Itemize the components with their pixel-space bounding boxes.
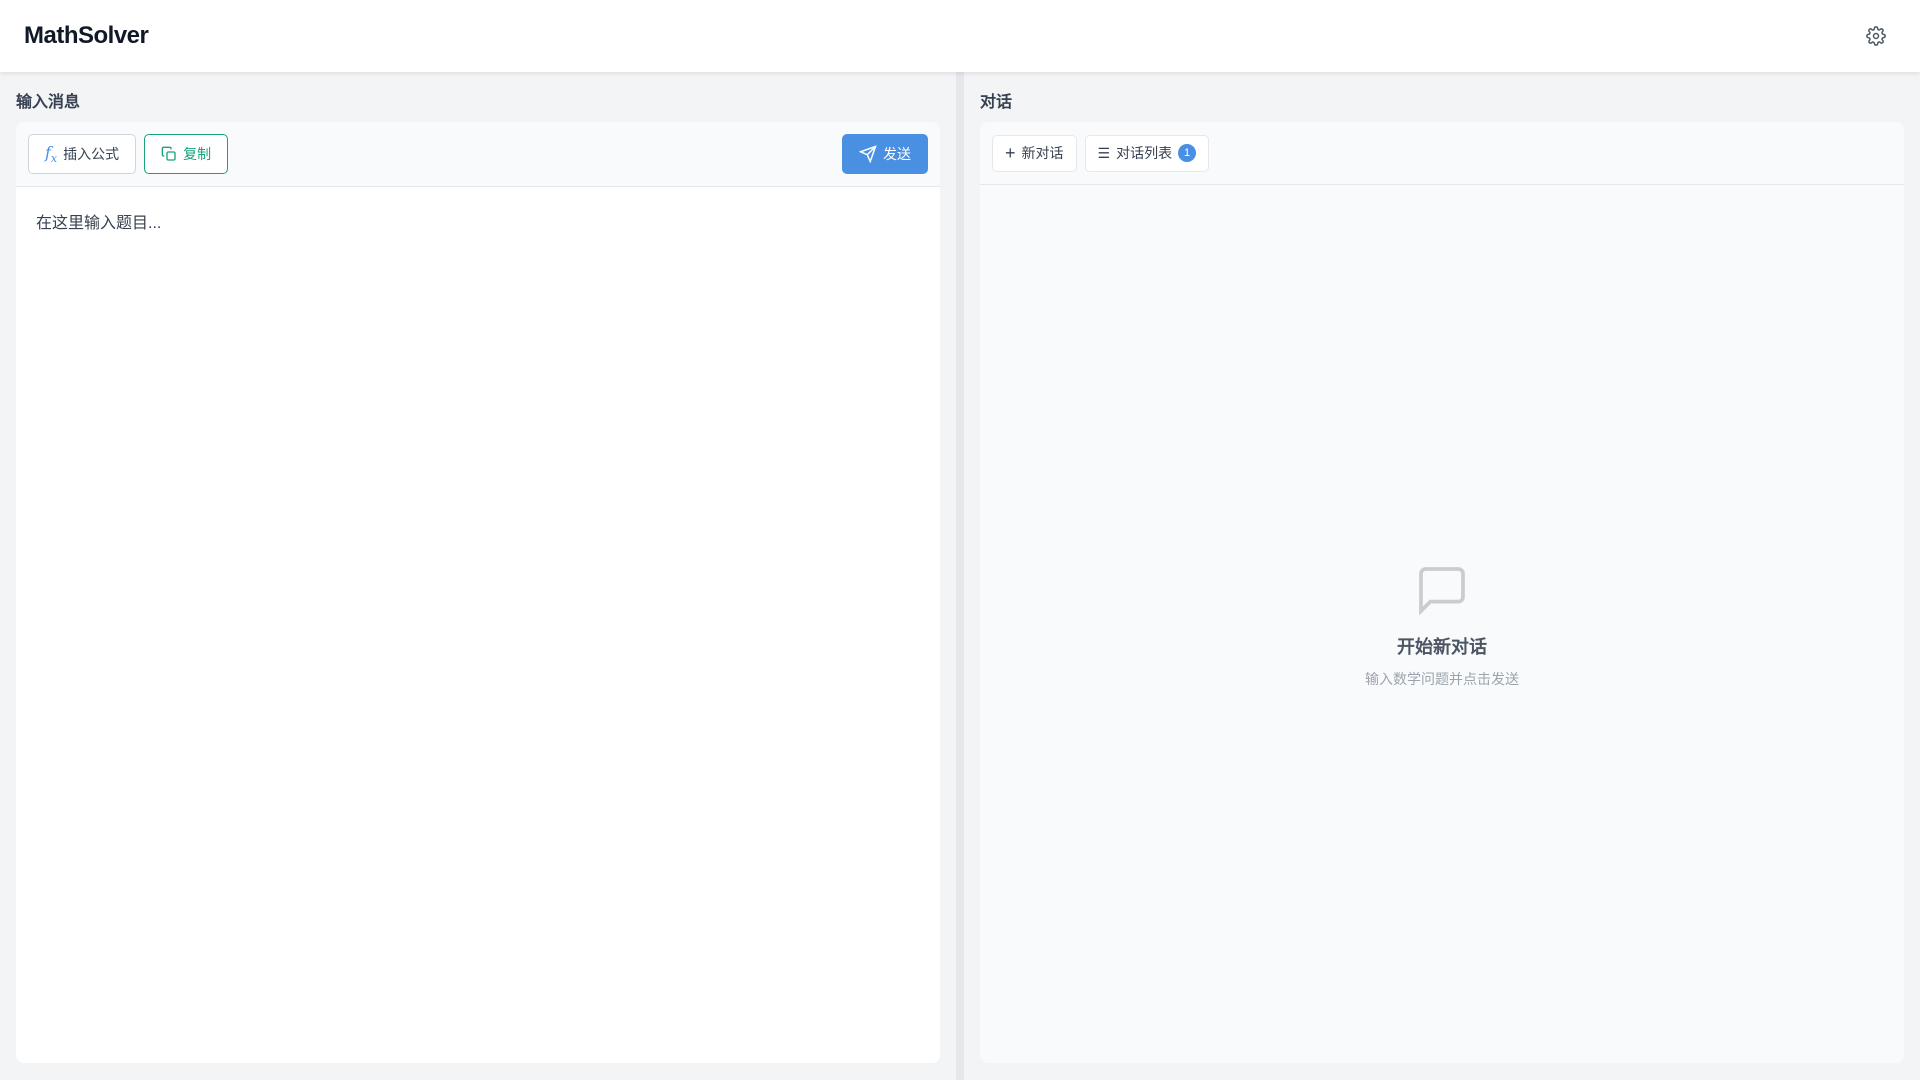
panel-resize-handle[interactable] <box>956 72 964 1080</box>
chat-list-label: 对话列表 <box>1116 145 1173 161</box>
chat-bubble-icon <box>1419 567 1465 616</box>
app-logo: MathSolver <box>24 22 149 49</box>
send-button[interactable]: 发送 <box>842 134 928 174</box>
chat-count-badge: 1 <box>1178 144 1197 162</box>
send-label: 发送 <box>883 146 911 162</box>
input-panel-title: 输入消息 <box>16 94 81 111</box>
empty-title: 开始新对话 <box>1397 637 1487 657</box>
input-toolbar: fx 插入公式 复制 发送 <box>16 122 940 187</box>
chat-toolbar: + 新对话 ☰ 对话列表 1 <box>980 122 1904 185</box>
input-panel: fx 插入公式 复制 发送 在这里输入题目... <box>16 122 940 1063</box>
insert-formula-button[interactable]: fx 插入公式 <box>28 134 137 174</box>
insert-formula-label: 插入公式 <box>63 146 120 162</box>
copy-button[interactable]: 复制 <box>144 134 229 174</box>
app-header: MathSolver <box>0 0 1920 72</box>
copy-label: 复制 <box>183 146 212 162</box>
question-input[interactable]: 在这里输入题目... <box>16 187 940 255</box>
chat-list-button[interactable]: ☰ 对话列表 1 <box>1084 134 1210 172</box>
empty-subtitle: 输入数学问题并点击发送 <box>1365 671 1519 687</box>
copy-icon <box>161 146 176 161</box>
function-icon: fx <box>45 142 58 166</box>
send-icon <box>859 145 877 163</box>
chat-panel-title: 对话 <box>980 94 1013 111</box>
new-chat-button[interactable]: + 新对话 <box>992 134 1077 172</box>
gear-icon[interactable] <box>1866 26 1886 46</box>
list-icon: ☰ <box>1097 144 1111 161</box>
empty-state: 开始新对话 输入数学问题并点击发送 <box>980 562 1904 689</box>
chat-panel: + 新对话 ☰ 对话列表 1 开始新对话 输入数学问题并点击发送 <box>980 122 1904 1063</box>
plus-icon: + <box>1005 142 1016 163</box>
new-chat-label: 新对话 <box>1021 145 1064 161</box>
